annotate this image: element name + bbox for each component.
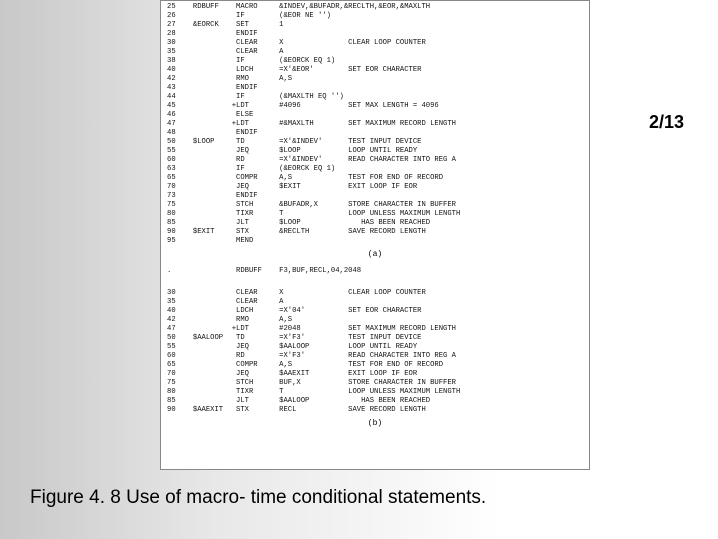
code-listing-a: 25 RDBUFF MACRO &INDEV,&BUFADR,&RECLTH,&… xyxy=(161,1,589,248)
part-b-label: (b) xyxy=(161,419,589,428)
part-a-label: (a) xyxy=(161,250,589,259)
figure-container: 25 RDBUFF MACRO &INDEV,&BUFADR,&RECLTH,&… xyxy=(160,0,590,470)
code-listing-b-invocation: . RDBUFF F3,BUF,RECL,04,2048 xyxy=(161,265,589,287)
figure-caption: Figure 4. 8 Use of macro- time condition… xyxy=(30,487,486,509)
page-indicator: 2/13 xyxy=(649,112,684,133)
code-listing-b: 30 CLEAR X CLEAR LOOP COUNTER 35 CLEAR A… xyxy=(161,287,589,417)
